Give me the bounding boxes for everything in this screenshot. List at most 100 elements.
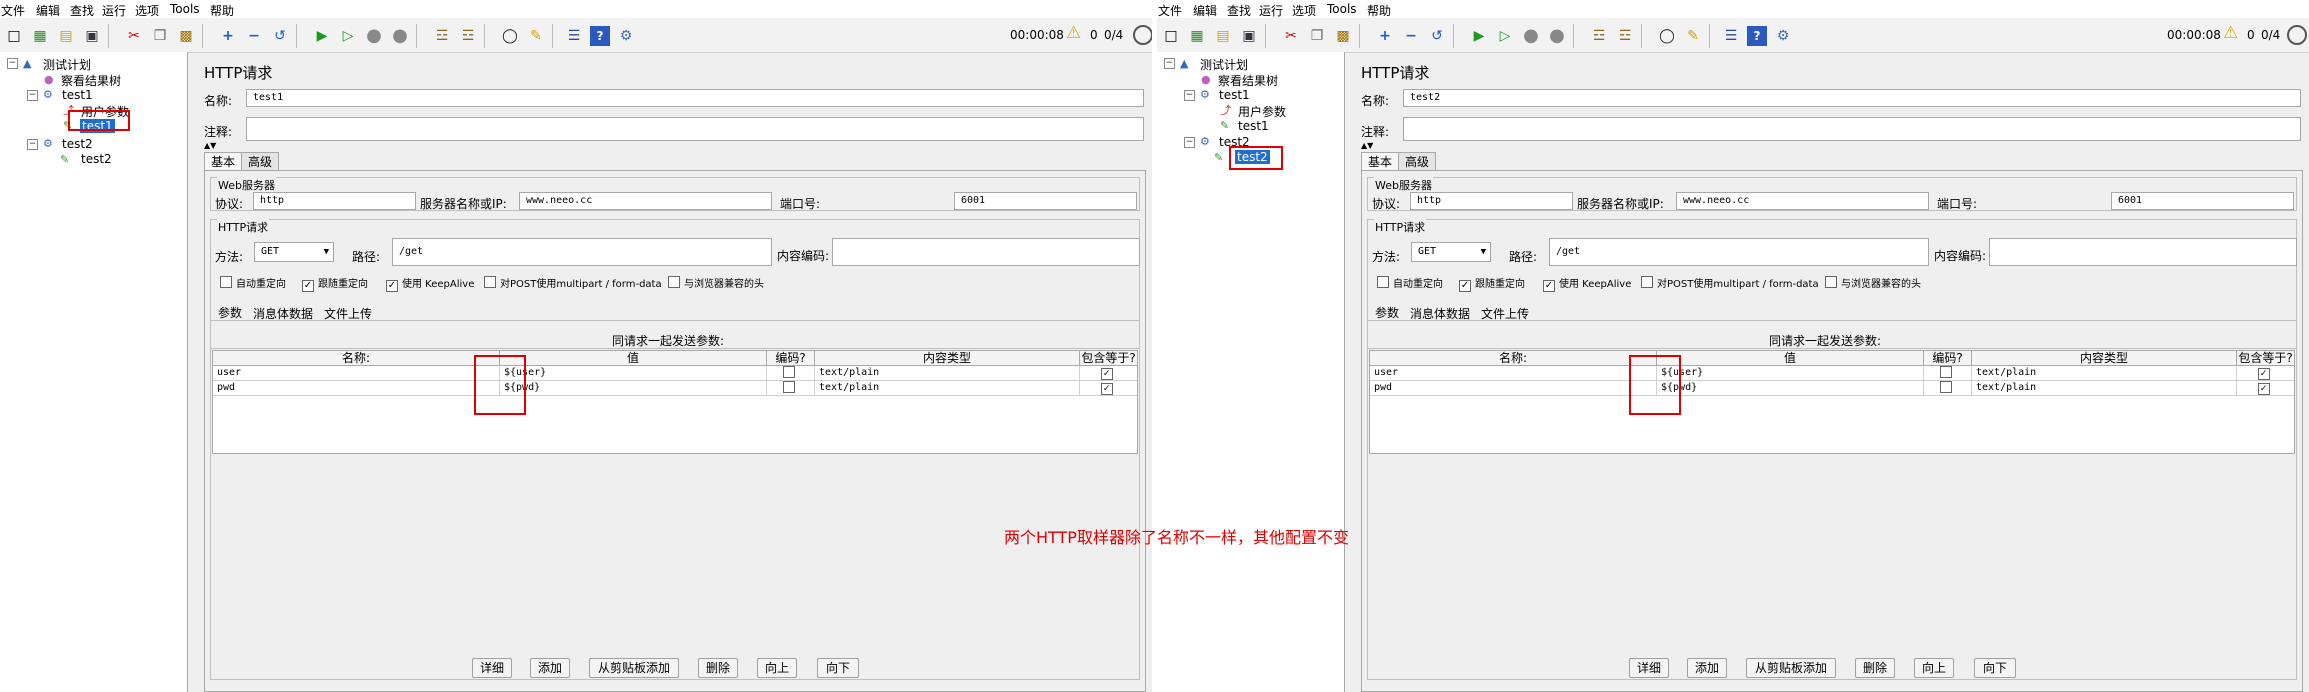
table-cell-value[interactable]: ${user} <box>500 366 767 381</box>
add-button[interactable]: 添加 <box>530 658 570 678</box>
column-header-name[interactable]: 名称: <box>1370 351 1657 366</box>
name-input[interactable]: test1 <box>246 89 1144 107</box>
subtab-parameters[interactable]: 参数 <box>1375 304 1399 321</box>
help-icon[interactable]: ? <box>1747 26 1767 46</box>
function-helper-icon[interactable]: ☰ <box>1721 26 1741 46</box>
function-helper-icon[interactable]: ☰ <box>564 26 584 46</box>
start-icon[interactable]: ▶ <box>1469 26 1489 46</box>
copy-icon[interactable]: ❐ <box>150 26 170 46</box>
column-header-include-equals[interactable]: 包含等于? <box>1080 351 1137 366</box>
tree-node-test-plan[interactable]: 测试计划 <box>43 56 91 73</box>
start-no-pause-icon[interactable]: ▷ <box>338 26 358 46</box>
menu-edit[interactable]: 编辑 <box>36 2 60 19</box>
table-cell-include-equals[interactable]: ✓ <box>2237 366 2294 381</box>
protocol-input[interactable]: http <box>1410 192 1573 210</box>
cut-icon[interactable]: ✂ <box>124 26 144 46</box>
collapse-icon[interactable]: − <box>1401 26 1421 46</box>
menu-search[interactable]: 查找 <box>1227 2 1251 19</box>
method-select[interactable]: GET ▼ <box>254 242 334 262</box>
collapse-icon[interactable]: − <box>244 26 264 46</box>
port-input[interactable]: 6001 <box>2111 192 2294 210</box>
column-header-encode[interactable]: 编码? <box>767 351 815 366</box>
detail-button[interactable]: 详细 <box>1629 658 1669 678</box>
new-icon[interactable]: □ <box>4 26 24 46</box>
browser-headers-checkbox[interactable]: 与浏览器兼容的头 <box>1825 275 1921 290</box>
up-button[interactable]: 向上 <box>757 658 797 678</box>
remote-icon[interactable]: ⚙ <box>616 26 636 46</box>
encoding-input[interactable] <box>832 238 1140 266</box>
remote-icon[interactable]: ⚙ <box>1773 26 1793 46</box>
menu-options[interactable]: 选项 <box>135 2 159 19</box>
tree-node-listener[interactable]: 察看结果树 <box>61 72 121 89</box>
collapse-toggle-icon[interactable]: − <box>7 58 18 69</box>
shutdown-icon[interactable]: ● <box>1547 26 1567 46</box>
column-header-value[interactable]: 值 <box>1657 351 1924 366</box>
start-no-pause-icon[interactable]: ▷ <box>1495 26 1515 46</box>
menu-file[interactable]: 文件 <box>1158 2 1182 19</box>
expand-icon[interactable]: + <box>218 26 238 46</box>
open-icon[interactable]: ▤ <box>1213 26 1233 46</box>
save-icon[interactable]: ▣ <box>1239 26 1259 46</box>
table-cell-name[interactable]: pwd <box>1370 381 1657 396</box>
paste-icon[interactable]: ▩ <box>176 26 196 46</box>
stop-icon[interactable]: ● <box>1521 26 1541 46</box>
menu-edit[interactable]: 编辑 <box>1193 2 1217 19</box>
templates-icon[interactable]: ▦ <box>1187 26 1207 46</box>
toggle-icon[interactable]: ↺ <box>270 26 290 46</box>
clear-all-icon[interactable]: ☲ <box>1615 26 1635 46</box>
copy-icon[interactable]: ❐ <box>1307 26 1327 46</box>
warning-icon[interactable]: ⚠ <box>1066 25 1081 42</box>
shutdown-icon[interactable]: ● <box>390 26 410 46</box>
globe-icon[interactable] <box>2287 25 2307 45</box>
cut-icon[interactable]: ✂ <box>1281 26 1301 46</box>
server-input[interactable]: www.neeo.cc <box>519 192 772 210</box>
menu-run[interactable]: 运行 <box>1259 2 1283 19</box>
menu-options[interactable]: 选项 <box>1292 2 1316 19</box>
keepalive-checkbox[interactable]: ✓ 使用 KeepAlive <box>1543 275 1631 292</box>
menu-run[interactable]: 运行 <box>102 2 126 19</box>
reset-search-icon[interactable]: ✎ <box>526 26 546 46</box>
add-from-clipboard-button[interactable]: 从剪贴板添加 <box>589 658 679 678</box>
detail-button[interactable]: 详细 <box>472 658 512 678</box>
menu-tools[interactable]: Tools <box>1327 2 1357 16</box>
browser-headers-checkbox[interactable]: 与浏览器兼容的头 <box>668 275 764 290</box>
table-cell-content-type[interactable]: text/plain <box>1972 366 2237 381</box>
table-cell-include-equals[interactable]: ✓ <box>1080 366 1137 381</box>
expand-icon[interactable]: + <box>1375 26 1395 46</box>
tree-node-user-params[interactable]: 用户参数 <box>1238 103 1286 120</box>
column-header-include-equals[interactable]: 包含等于? <box>2237 351 2294 366</box>
tree-node-group-test1[interactable]: test1 <box>62 88 93 102</box>
follow-redirect-checkbox[interactable]: ✓ 跟随重定向 <box>1459 275 1525 292</box>
tree-node-sampler-test2[interactable]: test2 <box>81 152 112 166</box>
down-button[interactable]: 向下 <box>817 658 859 678</box>
tab-basic[interactable]: 基本 <box>204 152 243 171</box>
new-icon[interactable]: □ <box>1161 26 1181 46</box>
auto-redirect-checkbox[interactable]: 自动重定向 <box>1377 275 1443 290</box>
table-cell-content-type[interactable]: text/plain <box>815 381 1080 396</box>
name-input[interactable]: test2 <box>1403 89 2301 107</box>
table-cell-encode[interactable] <box>767 381 815 396</box>
column-header-content-type[interactable]: 内容类型 <box>815 351 1080 366</box>
tree-node-group-test2[interactable]: test2 <box>62 137 93 151</box>
tree-node-test-plan[interactable]: 测试计划 <box>1200 56 1248 73</box>
collapse-toggle-icon[interactable]: − <box>27 90 38 101</box>
search-icon[interactable]: ◯ <box>1657 26 1677 46</box>
table-cell-value[interactable]: ${pwd} <box>1657 381 1924 396</box>
menu-tools[interactable]: Tools <box>170 2 200 16</box>
reset-search-icon[interactable]: ✎ <box>1683 26 1703 46</box>
table-cell-value[interactable]: ${user} <box>1657 366 1924 381</box>
table-cell-name[interactable]: user <box>213 366 500 381</box>
multipart-checkbox[interactable]: 对POST使用multipart / form-data <box>1641 275 1819 290</box>
column-header-content-type[interactable]: 内容类型 <box>1972 351 2237 366</box>
clear-all-icon[interactable]: ☲ <box>458 26 478 46</box>
protocol-input[interactable]: http <box>253 192 416 210</box>
templates-icon[interactable]: ▦ <box>30 26 50 46</box>
menu-help[interactable]: 帮助 <box>210 2 234 19</box>
collapse-toggle-icon[interactable]: − <box>1184 137 1195 148</box>
tab-advanced[interactable]: 高级 <box>241 152 280 171</box>
up-button[interactable]: 向上 <box>1914 658 1954 678</box>
stop-icon[interactable]: ● <box>364 26 384 46</box>
server-input[interactable]: www.neeo.cc <box>1676 192 1929 210</box>
collapse-toggle-icon[interactable]: − <box>1164 58 1175 69</box>
column-header-encode[interactable]: 编码? <box>1924 351 1972 366</box>
